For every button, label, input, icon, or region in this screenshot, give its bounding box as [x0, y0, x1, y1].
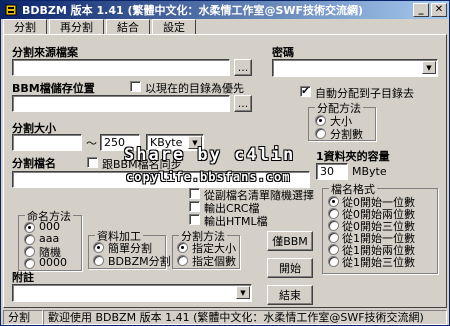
simple-split-radio[interactable]	[93, 242, 104, 253]
format-0-2-radio[interactable]	[328, 208, 339, 219]
output-crc-checkbox[interactable]	[189, 201, 200, 212]
chevron-down-icon[interactable]: ▼	[236, 286, 250, 299]
by-count-label: 指定個數	[192, 255, 236, 268]
tab-settings[interactable]: 設定	[152, 19, 196, 35]
by-size-radio[interactable]	[177, 242, 188, 253]
bdbzm-split-radio[interactable]	[93, 255, 104, 266]
tab-join[interactable]: 結合	[106, 19, 150, 35]
close-button[interactable]: 結束	[267, 285, 313, 305]
bbm-location-input[interactable]	[12, 95, 230, 112]
split-panel: 分割來源檔案 ... 密碼 ▼ BBM檔儲存位置 以現在的目錄為優先 ... ✔…	[3, 34, 447, 308]
data-process-group: 資料加工 簡單分割 BDBZM分割	[88, 228, 171, 269]
split-size-from-input[interactable]	[12, 134, 82, 151]
minimize-icon[interactable]: _	[413, 3, 429, 17]
range-tilde: ～	[86, 137, 97, 150]
distribution-group: 分配方法 大小 分割數	[308, 100, 376, 141]
split-size-to-input[interactable]	[100, 134, 140, 151]
name-format-group: 檔名格式 從0開始一位數 從0開始兩位數 從0開始三位數 從1開始一位數 從1開…	[322, 181, 438, 274]
format-1-3-label: 從1開始三位數	[342, 256, 415, 269]
window-title: BDBZM 版本 1.41 (繁體中文化：水柔情工作室@SWF技術交流網)	[22, 4, 364, 17]
same-dir-checkbox[interactable]	[130, 81, 141, 92]
unit-value: KByte	[150, 136, 183, 149]
format-1-1-radio[interactable]	[328, 232, 339, 243]
source-input[interactable]	[12, 59, 230, 76]
distribution-size-radio[interactable]	[315, 115, 326, 126]
distribution-count-radio[interactable]	[315, 128, 326, 139]
bbm-location-browse-button[interactable]: ...	[234, 95, 252, 112]
auto-subdir-label: 自動分配到子目錄去	[315, 87, 414, 100]
auto-subdir-checkbox[interactable]: ✔	[300, 86, 311, 97]
main-window: BDBZM 版本 1.41 (繁體中文化：水柔情工作室@SWF技術交流網) _ …	[0, 0, 450, 326]
chevron-down-icon[interactable]: ▼	[188, 136, 202, 149]
same-bbm-label: 跟BBM檔名同步	[102, 158, 182, 171]
title-bar: BDBZM 版本 1.41 (繁體中文化：水柔情工作室@SWF技術交流網) _ …	[1, 1, 449, 19]
by-count-radio[interactable]	[177, 255, 188, 266]
start-button[interactable]: 開始	[267, 258, 313, 278]
folder-capacity-unit: MByte	[352, 165, 387, 178]
status-message: 歡迎使用 BDBZM 版本 1.41 (繁體中文化：水柔情工作室@SWF技術交流…	[43, 310, 447, 325]
naming-0000-radio[interactable]	[24, 258, 35, 269]
unit-combo[interactable]: KByte ▼	[146, 134, 204, 151]
tab-split[interactable]: 分割	[3, 19, 47, 35]
make-bbm-button[interactable]: 僅BBM	[267, 231, 313, 251]
source-browse-button[interactable]: ...	[234, 59, 252, 76]
password-combo[interactable]: ▼	[272, 59, 438, 77]
same-bbm-checkbox[interactable]	[87, 157, 98, 168]
folder-capacity-label: 1資料夾的容量	[316, 150, 390, 163]
naming-random-radio[interactable]	[24, 246, 35, 257]
distribution-count-label: 分割數	[330, 128, 363, 141]
format-0-1-radio[interactable]	[328, 196, 339, 207]
tab-strip: 分割 再分割 結合 設定	[3, 19, 198, 35]
naming-group: 命名方法 000 aaa 隨機 0000	[18, 208, 82, 271]
status-mode: 分割	[3, 310, 43, 325]
naming-aaa-radio[interactable]	[24, 234, 35, 245]
bdbzm-split-label: BDBZM分割	[108, 255, 171, 268]
split-name-label: 分割檔名	[12, 157, 56, 170]
close-icon[interactable]: ✕	[431, 3, 447, 17]
split-name-input[interactable]	[12, 171, 310, 188]
same-dir-label: 以現在的目錄為優先	[145, 82, 244, 95]
format-0-3-radio[interactable]	[328, 220, 339, 231]
status-bar: 分割 歡迎使用 BDBZM 版本 1.41 (繁體中文化：水柔情工作室@SWF技…	[3, 310, 447, 325]
split-method-group: 分割方法 指定大小 指定個數	[172, 228, 240, 269]
bbm-location-label: BBM檔儲存位置	[12, 82, 95, 95]
app-icon	[4, 3, 18, 17]
output-html-checkbox[interactable]	[189, 214, 200, 225]
note-combo[interactable]: ▼	[12, 284, 252, 302]
folder-capacity-input[interactable]	[316, 163, 348, 180]
random-select-checkbox[interactable]	[189, 188, 200, 199]
source-label: 分割來源檔案	[12, 46, 78, 59]
tab-resplit[interactable]: 再分割	[49, 19, 104, 35]
naming-0000-label: 0000	[39, 256, 67, 269]
format-1-3-radio[interactable]	[328, 256, 339, 267]
format-1-2-radio[interactable]	[328, 244, 339, 255]
naming-000-radio[interactable]	[24, 222, 35, 233]
chevron-down-icon[interactable]: ▼	[422, 61, 436, 74]
output-html-label: 輸出HTML檔	[204, 215, 268, 228]
note-label: 附註	[12, 271, 34, 284]
password-label: 密碼	[272, 46, 294, 59]
